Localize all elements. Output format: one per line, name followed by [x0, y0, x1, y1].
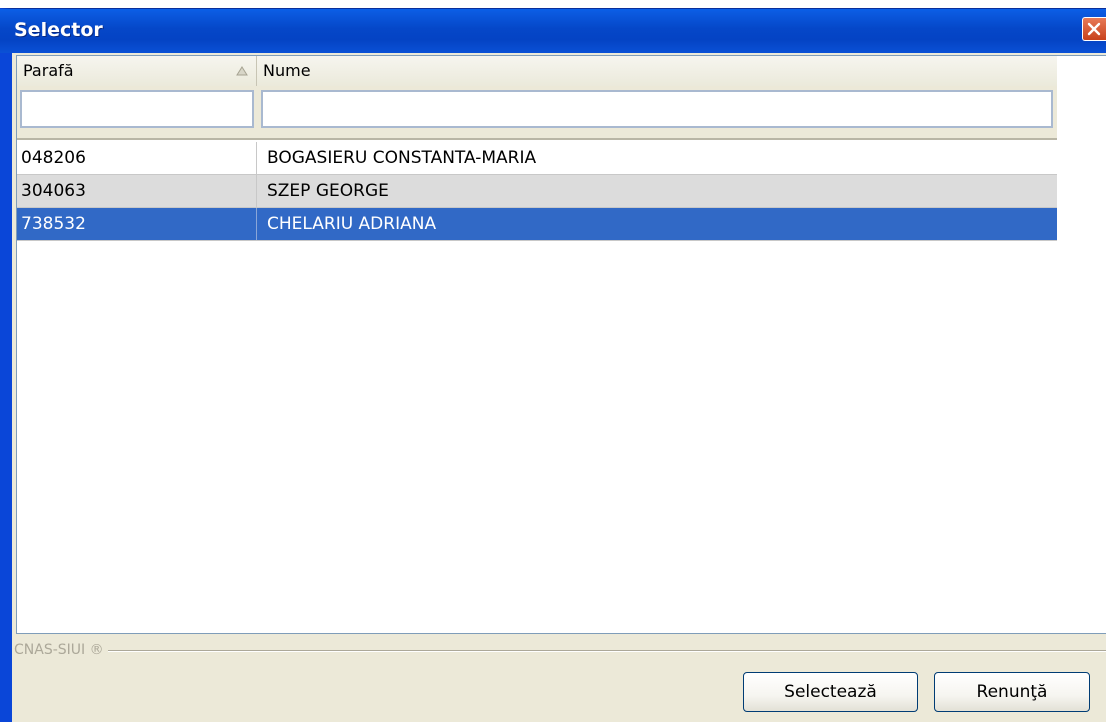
filter-parafa-input[interactable]	[20, 90, 254, 128]
close-button[interactable]	[1082, 17, 1106, 41]
footer-group-label: CNAS-SIUI ®	[14, 642, 108, 658]
title-bar[interactable]: Selector	[0, 9, 1106, 53]
column-header-nume[interactable]: Nume	[257, 56, 1057, 86]
cell-parafa: 048206	[17, 142, 257, 174]
grid-header: Parafă Nume	[17, 56, 1057, 140]
table-row[interactable]: 304063 SZEP GEORGE	[17, 175, 1057, 208]
selector-grid[interactable]: Parafă Nume 048206 BOGASIERU CONSTANTA-M…	[16, 55, 1106, 634]
header-divider	[17, 138, 1057, 140]
cell-nume: CHELARIU ADRIANA	[267, 214, 437, 234]
cancel-button[interactable]: Renunţă	[934, 672, 1090, 712]
sort-ascending-icon	[236, 66, 248, 76]
cell-parafa: 738532	[17, 208, 257, 240]
close-icon	[1087, 22, 1101, 36]
table-row[interactable]: 048206 BOGASIERU CONSTANTA-MARIA	[17, 142, 1057, 175]
cell-nume: SZEP GEORGE	[267, 181, 389, 201]
footer-group-divider	[16, 650, 1106, 652]
cell-nume: BOGASIERU CONSTANTA-MARIA	[267, 148, 537, 168]
column-header-label: Parafă	[23, 61, 74, 80]
column-header-label: Nume	[263, 61, 311, 80]
cell-parafa: 304063	[17, 175, 257, 207]
filter-nume-input[interactable]	[261, 90, 1053, 128]
desktop-strip	[0, 0, 1106, 8]
table-row-selected[interactable]: 738532 CHELARIU ADRIANA	[17, 208, 1057, 241]
select-button[interactable]: Selectează	[743, 672, 918, 712]
window-title: Selector	[14, 19, 103, 41]
column-header-parafa[interactable]: Parafă	[17, 56, 257, 86]
